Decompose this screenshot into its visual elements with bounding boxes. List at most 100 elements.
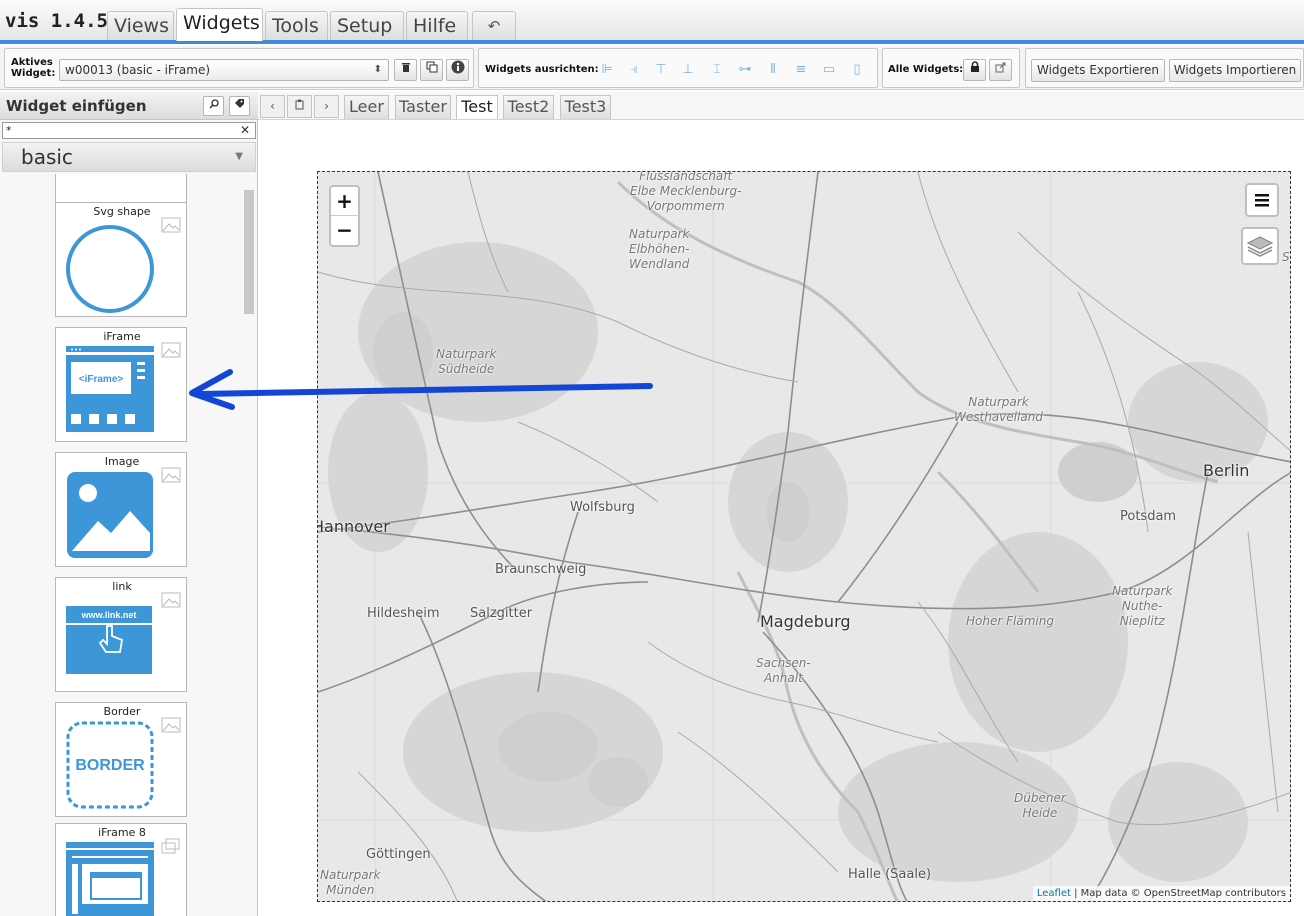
border-icon: BORDER xyxy=(66,721,154,809)
copy-widget-button[interactable] xyxy=(420,59,443,81)
main-menu-bar: vis 1.4.5 Views Widgets Tools Setup Hilf… xyxy=(0,0,1304,44)
widget-card-svg-shape[interactable]: Svg shape xyxy=(55,202,187,317)
layers-icon xyxy=(1246,236,1274,257)
align-right-icon[interactable]: ⫣ xyxy=(626,62,642,78)
active-widget-select[interactable]: w00013 (basic - iFrame) ⬍ xyxy=(59,59,389,81)
delete-widget-button[interactable] xyxy=(394,59,417,81)
tab-hilfe[interactable]: Hilfe xyxy=(406,11,468,40)
import-widgets-button[interactable]: Widgets Importieren xyxy=(1169,59,1301,82)
map-label: S xyxy=(1282,250,1290,264)
image-preview-icon[interactable] xyxy=(161,467,181,483)
app-title: vis 1.4.5 xyxy=(5,10,108,32)
align-top-icon[interactable]: ⊤ xyxy=(653,62,669,78)
align-group: Widgets ausrichten: ⊫ ⫣ ⊤ ⊥ ⌶ ⊶ ⫴ ≡ ▭ ▯ xyxy=(478,48,878,88)
widget-card-border[interactable]: Border BORDER xyxy=(55,702,187,817)
svg-shape-icon xyxy=(66,225,154,313)
open-external-button[interactable] xyxy=(989,59,1012,81)
active-widget-value: w00013 (basic - iFrame) xyxy=(65,63,211,77)
map-label: Naturpark Südheide xyxy=(436,347,497,376)
next-view-button[interactable]: › xyxy=(314,95,339,118)
image-preview-icon[interactable] xyxy=(161,342,181,358)
view-settings-button[interactable] xyxy=(287,95,312,118)
align-center-vertical-icon[interactable]: ⌶ xyxy=(709,62,725,78)
search-icon xyxy=(208,99,219,109)
iframe-icon-text: <iFrame> xyxy=(79,374,124,385)
image-preview-icon[interactable] xyxy=(161,717,181,733)
lock-all-button[interactable] xyxy=(963,59,986,81)
lock-icon xyxy=(970,61,979,72)
tab-tools[interactable]: Tools xyxy=(265,11,328,40)
widgets-toolbar: Aktives Widget: w00013 (basic - iFrame) … xyxy=(0,46,1304,90)
map-label: Göttingen xyxy=(366,847,431,862)
all-widgets-label: Alle Widgets: xyxy=(888,64,964,75)
same-width-icon[interactable]: ▭ xyxy=(821,62,837,78)
map-menu-button[interactable] xyxy=(1245,183,1279,217)
leaflet-link[interactable]: Leaflet xyxy=(1037,888,1071,899)
tab-views[interactable]: Views xyxy=(107,11,174,40)
search-button[interactable] xyxy=(203,96,224,116)
map-label: Berlin xyxy=(1203,461,1250,480)
undo-button[interactable]: ↶ xyxy=(472,11,516,40)
view-tabs-bar: ‹ › Leer Taster Test Test2 Test3 xyxy=(258,92,1304,120)
map-label: Halle (Saale) xyxy=(848,867,932,882)
widget-info-button[interactable] xyxy=(446,59,469,81)
view-tab-leer[interactable]: Leer xyxy=(344,95,389,119)
map-label: Naturpark Münden xyxy=(320,868,381,897)
map-label: Hildesheim xyxy=(367,606,440,621)
image-icon xyxy=(67,472,153,558)
link-icon-text: www.link.net xyxy=(81,610,137,620)
map-label: Naturpark Westhavelland xyxy=(954,395,1043,424)
widget-list-scrollbar[interactable] xyxy=(244,190,254,314)
layers-button[interactable] xyxy=(1241,227,1279,265)
align-left-icon[interactable]: ⊫ xyxy=(599,62,615,78)
widget-set-value: basic xyxy=(21,145,73,169)
clear-filter-icon[interactable]: ✕ xyxy=(240,123,250,138)
map-label: Magdeburg xyxy=(760,612,851,631)
map-label: Naturpark Elbhöhen- Wendland xyxy=(629,227,690,271)
zoom-control: + − xyxy=(329,185,360,247)
border-icon-text: BORDER xyxy=(75,757,145,774)
widget-card-image[interactable]: Image xyxy=(55,452,187,567)
zoom-in-button[interactable]: + xyxy=(331,187,358,216)
chevron-down-icon: ▼ xyxy=(235,151,243,162)
image-preview-icon[interactable] xyxy=(161,592,181,608)
view-tab-test3[interactable]: Test3 xyxy=(560,95,611,119)
widget-insert-panel: Widget einfügen * ✕ basic ▼ Svg shape iF… xyxy=(0,92,258,916)
widget-card-link[interactable]: link www.link.net xyxy=(55,577,187,692)
zoom-out-button[interactable]: − xyxy=(331,216,358,245)
tab-widgets[interactable]: Widgets xyxy=(176,8,263,41)
panel-header: Widget einfügen xyxy=(0,92,258,120)
align-center-horizontal-icon[interactable]: ⊶ xyxy=(737,62,753,78)
copy-icon xyxy=(426,61,437,73)
iframe-map-widget[interactable]: Flusslandschaft Elbe Mecklenburg- Vorpomme… xyxy=(317,171,1291,902)
distribute-horizontal-icon[interactable]: ⫴ xyxy=(765,62,781,78)
widget-set-select[interactable]: basic ▼ xyxy=(2,142,256,172)
same-height-icon[interactable]: ▯ xyxy=(849,62,865,78)
tag-filter-button[interactable] xyxy=(229,96,250,116)
prev-view-button[interactable]: ‹ xyxy=(260,95,285,118)
distribute-vertical-icon[interactable]: ≡ xyxy=(793,62,809,78)
window-preview-icon[interactable] xyxy=(161,838,181,854)
filter-value: * xyxy=(6,124,12,137)
widget-filter-input[interactable]: * ✕ xyxy=(2,122,256,139)
view-tab-taster[interactable]: Taster xyxy=(395,95,451,119)
iframe-icon: <iFrame> xyxy=(66,346,154,432)
view-tab-test[interactable]: Test xyxy=(456,95,498,119)
map-tiles[interactable] xyxy=(318,172,1291,902)
tab-setup[interactable]: Setup xyxy=(330,11,404,40)
map-label: Hannover xyxy=(317,517,390,536)
align-bottom-icon[interactable]: ⊥ xyxy=(680,62,696,78)
widget-list: Svg shape iFrame <iFrame> Image link www… xyxy=(0,174,243,916)
hamburger-icon xyxy=(1255,194,1269,207)
clipboard-icon xyxy=(295,99,304,110)
import-export-group: Widgets Exportieren Widgets Importieren xyxy=(1025,48,1304,88)
iframe8-icon xyxy=(66,842,154,916)
view-tab-test2[interactable]: Test2 xyxy=(503,95,554,119)
widget-card-iframe8[interactable]: iFrame 8 xyxy=(55,823,187,916)
widget-card-iframe[interactable]: iFrame <iFrame> xyxy=(55,327,187,442)
map-label: Salzgitter xyxy=(470,606,533,621)
info-icon xyxy=(451,60,464,74)
attribution-text: | Map data © OpenStreetMap contributors xyxy=(1074,888,1286,899)
export-widgets-button[interactable]: Widgets Exportieren xyxy=(1031,59,1165,82)
link-icon: www.link.net xyxy=(66,606,152,674)
